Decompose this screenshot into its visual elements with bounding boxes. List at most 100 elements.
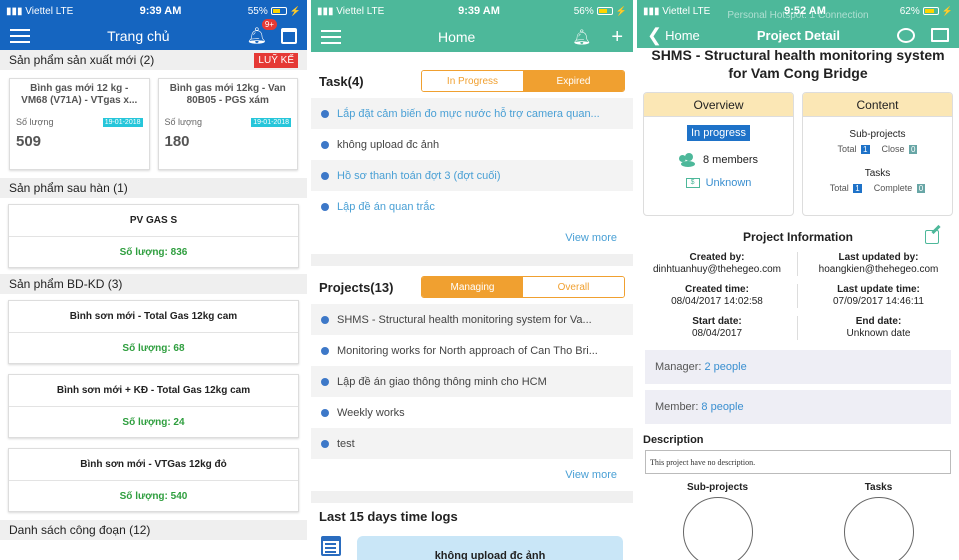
status-badge: In progress <box>686 125 751 141</box>
created-by: Created by: dinhtuanhuy@thehegeo.com <box>637 252 798 276</box>
list-item[interactable]: không upload đc ảnh <box>311 129 633 160</box>
qty-label: Số lượng <box>16 117 54 127</box>
status-bar: ▮▮▮ Viettel LTE 9:39 AM 55% ⚡ <box>0 0 307 22</box>
calendar-icon <box>321 536 341 556</box>
section-stages: Danh sách công đoạn (12) <box>0 520 307 540</box>
chat-icon[interactable] <box>897 27 915 43</box>
count-badge: 1 <box>853 184 862 193</box>
product-qty: 180 <box>164 133 190 150</box>
section-title: Sản phẩm sau hàn (1) <box>9 181 128 195</box>
project-info: Created by: dinhtuanhuy@thehegeo.com Last… <box>637 252 959 340</box>
task-view-more-link[interactable]: View more <box>311 222 633 254</box>
updated-by: Last updated by: hoangkien@thehegeo.com <box>818 252 939 275</box>
bullet-icon <box>321 346 329 355</box>
bullet-icon <box>321 140 329 149</box>
list-item[interactable]: SHMS - Structural health monitoring syst… <box>311 304 633 335</box>
manager-row[interactable]: Manager: 2 people <box>645 350 951 384</box>
money-icon: $ <box>685 178 700 188</box>
tasks-counts[interactable]: Total 1 Complete 0 <box>807 183 948 193</box>
count-badge: 0 <box>916 184 926 193</box>
product-card[interactable]: Bình sơn mới - VTGas 12kg đỏ Số lượng: 5… <box>8 448 299 512</box>
clock: 9:39 AM <box>139 5 182 17</box>
battery-icon <box>596 7 613 15</box>
notification-button[interactable]: 🔔︎ 9+ <box>247 19 277 46</box>
updated-time: Last update time: 07/09/2017 14:46:11 <box>832 284 924 307</box>
subprojects-donut <box>682 497 753 560</box>
timelog-row[interactable]: không upload đc ảnh <box>311 530 633 560</box>
members-link[interactable]: 8 members <box>648 153 789 167</box>
tab-overall[interactable]: Overall <box>523 277 624 297</box>
divider <box>311 491 633 503</box>
overview-title: Overview <box>644 93 793 117</box>
count-badge: 0 <box>909 145 918 154</box>
description-field: This project have no description. <box>645 450 951 474</box>
page-title: Home <box>437 29 476 45</box>
projects-header: Projects(13) Managing Overall <box>311 274 633 300</box>
tab-expired[interactable]: Expired <box>523 71 624 91</box>
product-card[interactable]: PV GAS S Số lượng: 836 <box>8 204 299 268</box>
folder-icon[interactable] <box>931 28 949 42</box>
project-info-title: Project Information <box>742 230 853 244</box>
product-name: Bình sơn mới - Total Gas 12kg cam <box>9 301 298 333</box>
back-button[interactable]: ❮ Home <box>647 25 700 46</box>
qty-label: Số lượng <box>164 117 202 127</box>
page-title: Project Detail <box>756 27 840 43</box>
tab-in-progress[interactable]: In Progress <box>422 71 523 91</box>
notification-badge: 9+ <box>261 19 277 30</box>
projects-view-more-link[interactable]: View more <box>311 459 633 491</box>
created-time: Created time: 08/04/2017 14:02:58 <box>637 284 798 308</box>
carrier-label: ▮▮▮ Viettel LTE <box>317 5 385 17</box>
product-card[interactable]: Bình sơn mới - Total Gas 12kg cam Số lượ… <box>8 300 299 364</box>
task-header: Task(4) In Progress Expired <box>311 68 633 94</box>
section-after-weld: Sản phẩm sau hàn (1) <box>0 178 307 198</box>
screen-project-detail: ▮▮▮ Viettel LTE 9:52 AM 62% ⚡ Personal Ho… <box>637 0 959 560</box>
screen-home: ▮▮▮ Viettel LTE 9:39 AM 56% ⚡ Home 🔔︎ + T… <box>311 0 633 560</box>
page-title: Trang chủ <box>107 28 170 44</box>
list-item[interactable]: Weekly works <box>311 397 633 428</box>
overview-box: Overview In progress 8 members $ Unknown <box>643 92 794 216</box>
timelogs-title: Last 15 days time logs <box>319 509 458 524</box>
list-item[interactable]: Lập đề án quan trắc <box>311 191 633 222</box>
luy-ke-button[interactable]: LUỸ KẾ <box>254 52 298 68</box>
bullet-icon <box>321 109 329 118</box>
nav-bar: Trang chủ 🔔︎ 9+ <box>0 19 307 50</box>
bullet-icon <box>321 439 329 448</box>
list-item[interactable]: Monitoring works for North approach of C… <box>311 335 633 366</box>
list-item[interactable]: Lập đề án giao thông thông minh cho HCM <box>311 366 633 397</box>
list-item[interactable]: Lắp đặt cảm biến đo mực nước hỗ trợ came… <box>311 98 633 129</box>
tab-managing[interactable]: Managing <box>422 277 523 297</box>
subprojects-chart: Sub-projects <box>682 482 753 560</box>
bullet-icon <box>321 315 329 324</box>
product-name: Bình gas mới 12 kg - VM68 (V71A) - VTgas… <box>21 83 138 106</box>
tasks-label: Tasks <box>864 168 891 179</box>
carrier-label: ▮▮▮ Viettel LTE <box>6 5 74 17</box>
bell-icon[interactable]: 🔔︎ <box>572 28 591 46</box>
projects-title: Projects(13) <box>319 279 394 295</box>
product-card[interactable]: Bình gas mới 12kg - Van 80B05 - PGS xám … <box>157 78 298 170</box>
member-row[interactable]: Member: 8 people <box>645 390 951 424</box>
signal-icon: ▮▮▮ <box>6 5 26 17</box>
product-name: PV GAS S <box>9 205 298 237</box>
content-title: Content <box>803 93 952 117</box>
menu-icon[interactable] <box>10 29 30 43</box>
product-qty: Số lượng: 836 <box>119 246 188 258</box>
battery-indicator: 56% ⚡ <box>573 5 627 17</box>
timelog-entry[interactable]: không upload đc ảnh <box>357 536 623 560</box>
chevron-left-icon: ❮ <box>647 24 663 45</box>
product-card[interactable]: Bình sơn mới + KĐ - Total Gas 12kg cam S… <box>8 374 299 438</box>
edit-icon[interactable] <box>925 224 941 244</box>
signal-icon: ▮▮▮ <box>317 5 337 17</box>
list-item[interactable]: test <box>311 428 633 459</box>
subprojects-counts[interactable]: Total 1 Close 0 <box>807 144 948 154</box>
product-card[interactable]: Bình gas mới 12 kg - VM68 (V71A) - VTgas… <box>9 78 150 170</box>
product-name: Bình sơn mới + KĐ - Total Gas 12kg cam <box>9 375 298 407</box>
list-item[interactable]: Hồ sơ thanh toán đợt 3 (đợt cuối) <box>311 160 633 191</box>
battery-indicator: 55% ⚡ <box>247 5 301 17</box>
date-badge: 19-01-2018 <box>251 117 291 127</box>
task-tabs: In Progress Expired <box>421 70 625 92</box>
bullet-icon <box>321 377 329 386</box>
calendar-icon[interactable] <box>280 28 297 44</box>
date-badge: 19-01-2018 <box>102 117 143 127</box>
menu-icon[interactable] <box>321 30 341 44</box>
add-icon[interactable]: + <box>611 27 623 47</box>
